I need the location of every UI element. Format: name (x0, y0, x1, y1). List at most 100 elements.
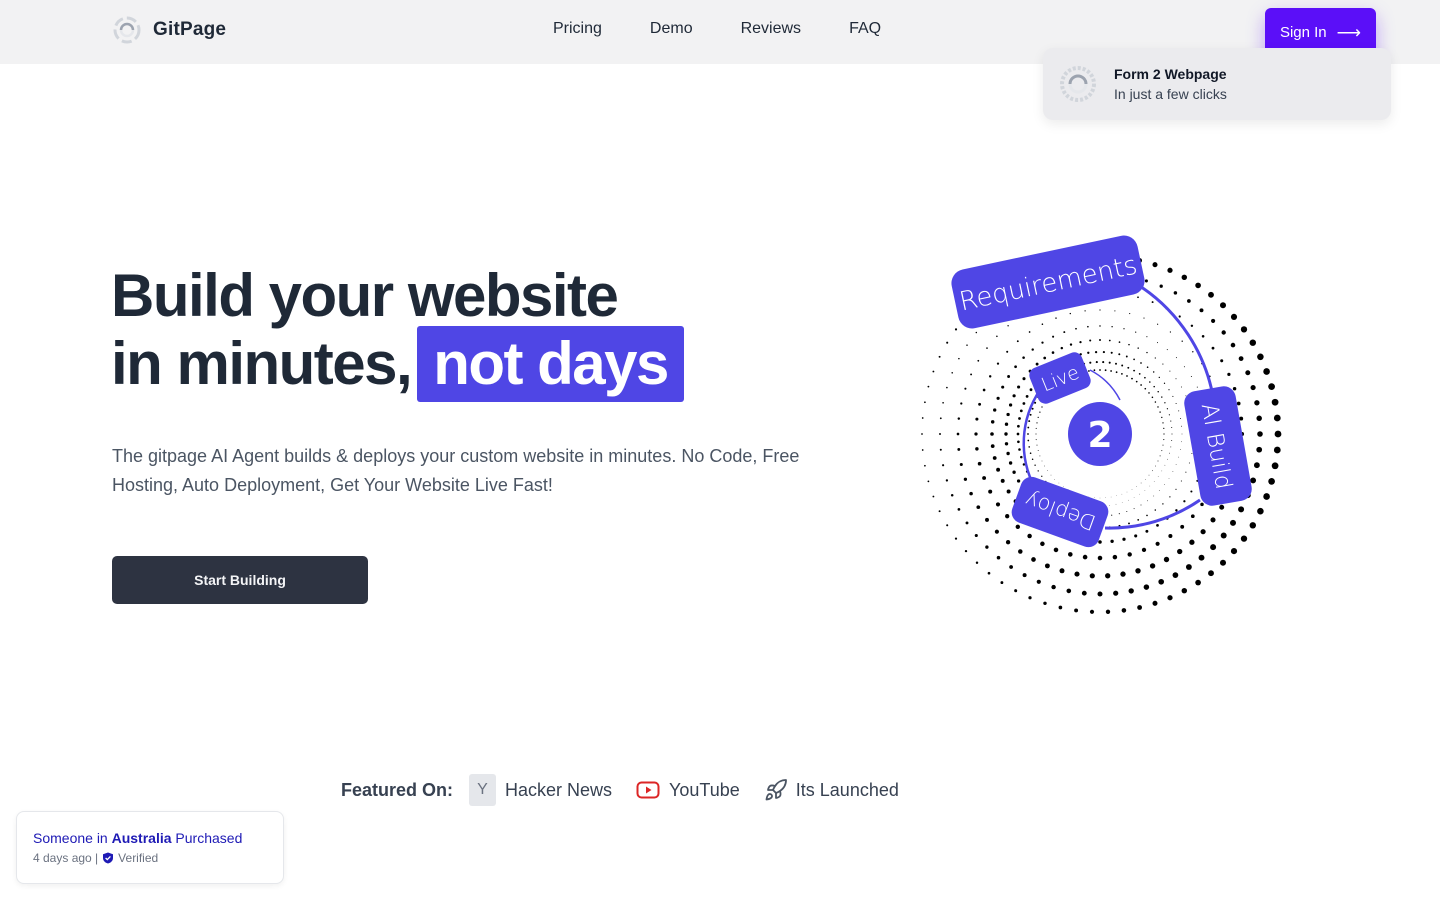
ring-dot (1058, 605, 1063, 610)
ring-dot (939, 448, 942, 451)
ring-dot (974, 432, 978, 436)
toast-subtitle: In just a few clicks (1114, 86, 1227, 102)
ring-dot (1254, 400, 1260, 406)
featured-youtube[interactable]: YouTube (636, 780, 740, 801)
nav-faq[interactable]: FAQ (849, 20, 881, 38)
ring-dot (1121, 502, 1123, 503)
ring-dot (1175, 378, 1177, 380)
ring-dot (1162, 444, 1164, 446)
ring-dot (1125, 355, 1128, 358)
ring-dot (976, 505, 981, 510)
ring-dot (1191, 453, 1193, 454)
ring-dot (1016, 479, 1021, 483)
ring-dot (1140, 362, 1142, 364)
ring-dot (1238, 356, 1244, 361)
ring-dot (1012, 470, 1016, 474)
featured-its-launched[interactable]: Its Launched (764, 778, 899, 802)
ring-dot (1029, 413, 1032, 416)
ring-dot (1168, 389, 1170, 391)
ring-dot (1157, 390, 1159, 393)
ring-dot (1099, 309, 1101, 311)
ring-dot (1156, 342, 1159, 344)
ring-dot (921, 449, 924, 451)
ring-dot (1157, 460, 1159, 462)
ring-dot (957, 447, 961, 451)
ring-dot (1014, 589, 1018, 593)
ring-dot (1188, 462, 1190, 464)
brand[interactable]: GitPage (113, 16, 226, 44)
ring-dot (1115, 371, 1118, 374)
ring-dot (1104, 369, 1107, 372)
youtube-icon (636, 781, 660, 799)
ring-dot (1110, 539, 1114, 543)
ring-dot (1163, 427, 1165, 430)
ring-dot (1018, 417, 1021, 420)
ring-dot (1162, 503, 1164, 505)
nav-demo[interactable]: Demo (650, 20, 693, 38)
ring-dot (1044, 465, 1045, 467)
ring-dot (1015, 524, 1020, 529)
ring-dot (1133, 497, 1135, 498)
ring-dot (1164, 402, 1166, 404)
ring-dot (1105, 609, 1111, 614)
ring-dot (1152, 600, 1158, 606)
ring-dot (994, 529, 999, 534)
ring-dot (1161, 416, 1163, 419)
ring-dot (1036, 444, 1038, 446)
ring-dot (1164, 464, 1166, 466)
ring-dot (1236, 401, 1241, 406)
ring-dot (1163, 433, 1165, 435)
notification-toast[interactable]: Form 2 Webpage In just a few clicks (1043, 48, 1391, 120)
ring-dot (1170, 446, 1172, 448)
ring-dot (1087, 325, 1089, 328)
ring-dot (1210, 544, 1217, 551)
hero-title-line1: Build your website (111, 262, 619, 329)
ring-dot (1161, 396, 1163, 398)
nav-reviews[interactable]: Reviews (741, 20, 801, 38)
ring-dot (1180, 386, 1182, 388)
ring-dot (986, 347, 988, 349)
ring-dot (1126, 511, 1128, 512)
ring-dot (1074, 608, 1079, 613)
ring-dot (927, 385, 930, 388)
ring-dot (1018, 448, 1021, 451)
ring-dot (1263, 493, 1270, 500)
ring-dot (938, 355, 941, 358)
ring-dot (1022, 402, 1026, 405)
ring-dot (1211, 318, 1216, 323)
ring-dot (990, 444, 995, 448)
ring-dot (924, 401, 926, 404)
ring-dot (1028, 420, 1031, 423)
purchase-notification[interactable]: Someone in Australia Purchased 4 days ag… (16, 811, 284, 884)
ring-dot (927, 480, 930, 483)
ring-dot (1268, 383, 1275, 390)
ring-dot (1151, 396, 1154, 399)
ring-dot (1115, 362, 1117, 365)
start-building-button[interactable]: Start Building (112, 556, 368, 604)
ring-dot (1167, 267, 1173, 273)
ring-dot (946, 386, 948, 389)
ring-dot (982, 388, 986, 392)
ring-dot (1153, 495, 1155, 497)
ring-dot (1195, 579, 1201, 586)
ring-dot (1018, 549, 1023, 554)
ring-dot (1221, 330, 1226, 335)
ring-dot (1181, 340, 1183, 342)
ring-dot (958, 357, 960, 360)
ring-dot (1126, 375, 1128, 377)
ring-dot (1169, 496, 1171, 498)
ring-dot (1099, 497, 1101, 499)
ring-dot (1273, 446, 1281, 454)
ring-dot (1110, 370, 1112, 372)
ring-dot (1069, 312, 1071, 315)
ring-dot (1175, 488, 1177, 490)
ring-dot (1128, 343, 1130, 346)
ring-dot (1131, 489, 1133, 490)
ring-dot (1044, 563, 1050, 569)
ring-dot (1123, 328, 1125, 330)
toast-title: Form 2 Webpage (1114, 66, 1227, 82)
ring-dot (996, 396, 1000, 400)
nav-pricing[interactable]: Pricing (553, 20, 602, 38)
featured-hacker-news[interactable]: Y Hacker News (469, 774, 612, 806)
ring-dot (932, 495, 935, 498)
